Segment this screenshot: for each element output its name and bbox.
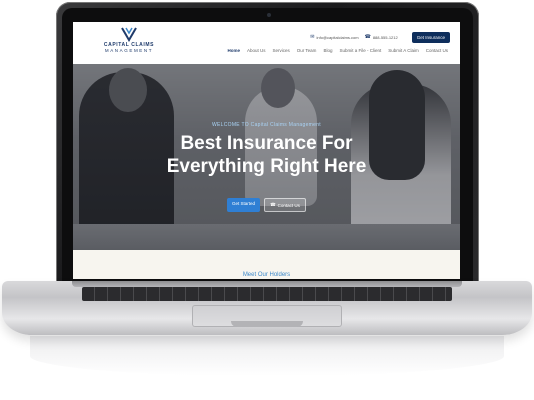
contact-bar: ✉ info@capitalclaims.com ☎ 888-555-1212 …	[310, 31, 450, 43]
contact-us-label: Contact Us	[277, 202, 300, 208]
nav-item-team[interactable]: Our Team	[297, 48, 317, 53]
hero-actions: Get Started ☎ Contact Us	[73, 198, 460, 212]
laptop-lid: CAPITAL CLAIMS MANAGEMENT ✉ info@capital…	[56, 2, 479, 286]
laptop-base	[2, 281, 532, 335]
nav-item-contact[interactable]: Contact Us	[426, 48, 448, 53]
phone-icon: ☎	[270, 202, 276, 207]
phone-text: 888-555-1212	[372, 34, 398, 40]
get-insurance-button[interactable]: Get Insurance	[411, 31, 450, 43]
site-logo[interactable]: CAPITAL CLAIMS MANAGEMENT	[99, 26, 159, 60]
email-contact[interactable]: ✉ info@capitalclaims.com	[310, 34, 358, 40]
hero-kicker: WELCOME TO Capital Claims Management	[212, 122, 321, 128]
hero-title-line-1: Best Insurance For	[180, 133, 353, 154]
envelope-icon: ✉	[310, 34, 315, 40]
get-started-button[interactable]: Get Started	[227, 198, 261, 212]
camera-icon	[267, 13, 271, 17]
hero-section: WELCOME TO Capital Claims Management Bes…	[73, 64, 460, 250]
holders-title: Meet Our Holders	[242, 272, 291, 278]
email-text: info@capitalclaims.com	[316, 34, 359, 40]
laptop-keyboard	[82, 287, 452, 301]
nav-item-submit-claim[interactable]: Submit A Claim	[388, 48, 419, 53]
laptop-screen: CAPITAL CLAIMS MANAGEMENT ✉ info@capital…	[73, 22, 460, 279]
laptop-bezel: CAPITAL CLAIMS MANAGEMENT ✉ info@capital…	[62, 8, 473, 282]
nav-item-blog[interactable]: Blog	[323, 48, 332, 53]
site-header: CAPITAL CLAIMS MANAGEMENT ✉ info@capital…	[73, 22, 460, 64]
nav-item-services[interactable]: Services	[272, 48, 289, 53]
nav-item-about[interactable]: About Us	[247, 48, 266, 53]
nav-item-home[interactable]: Home	[227, 48, 240, 53]
nav-item-submit-file[interactable]: Submit a File - Client	[339, 48, 381, 53]
hero-title: Best Insurance For Everything Right Here	[73, 132, 460, 178]
laptop-notch	[231, 321, 303, 327]
phone-icon: ☎	[364, 34, 371, 40]
hero-title-line-2: Everything Right Here	[166, 156, 367, 177]
logo-subtext: MANAGEMENT	[104, 48, 154, 53]
logo-mark-icon	[121, 27, 137, 42]
contact-us-button[interactable]: ☎ Contact Us	[264, 198, 306, 212]
laptop-reflection	[30, 336, 504, 376]
main-nav: Home About Us Services Our Team Blog Sub…	[227, 48, 448, 53]
phone-contact[interactable]: ☎ 888-555-1212	[365, 34, 398, 40]
holders-section: Meet Our Holders	[73, 250, 460, 279]
